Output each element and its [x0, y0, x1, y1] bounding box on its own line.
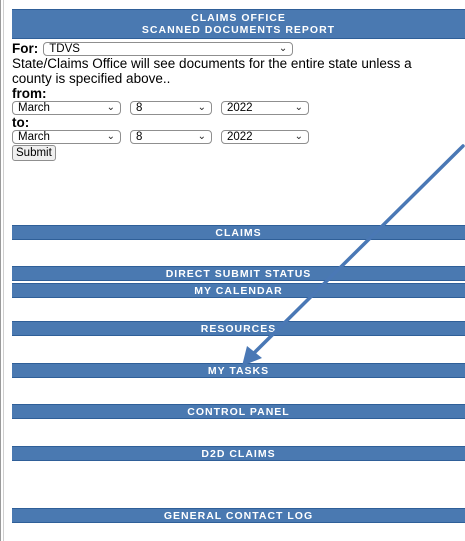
from-day-select[interactable]: 8 ⌄ [130, 101, 212, 115]
for-label: For: [12, 41, 39, 56]
to-month-value: March [18, 131, 50, 143]
chevron-down-icon: ⌄ [197, 131, 206, 142]
chevron-down-icon: ⌄ [294, 131, 303, 142]
from-year-value: 2022 [227, 102, 253, 114]
page: CLAIMS OFFICE SCANNED DOCUMENTS REPORT F… [0, 0, 465, 541]
from-year-select[interactable]: 2022 ⌄ [221, 101, 309, 115]
nav-general-contact-log[interactable]: GENERAL CONTACT LOG [12, 508, 465, 523]
chevron-down-icon: ⌄ [106, 102, 115, 113]
report-panel: CLAIMS OFFICE SCANNED DOCUMENTS REPORT F… [12, 0, 465, 161]
nav-my-tasks[interactable]: MY TASKS [12, 363, 465, 378]
for-row: For: TDVS ⌄ [12, 41, 465, 56]
nav-claims[interactable]: CLAIMS [12, 225, 465, 240]
left-border [0, 0, 4, 541]
to-year-value: 2022 [227, 131, 253, 143]
nav-control-panel[interactable]: CONTROL PANEL [12, 404, 465, 419]
from-month-value: March [18, 102, 50, 114]
report-form: For: TDVS ⌄ State/Claims Office will see… [12, 39, 465, 161]
report-title-line1: CLAIMS OFFICE [191, 12, 286, 24]
from-month-select[interactable]: March ⌄ [12, 101, 121, 115]
scope-description: State/Claims Office will see documents f… [12, 56, 412, 86]
to-date-row: March ⌄ 8 ⌄ 2022 ⌄ [12, 130, 465, 144]
from-label: from: [12, 86, 47, 101]
report-header: CLAIMS OFFICE SCANNED DOCUMENTS REPORT [12, 9, 465, 39]
to-year-select[interactable]: 2022 ⌄ [221, 130, 309, 144]
from-date-row: March ⌄ 8 ⌄ 2022 ⌄ [12, 101, 465, 115]
chevron-down-icon: ⌄ [278, 42, 288, 54]
nav-resources[interactable]: RESOURCES [12, 321, 465, 336]
from-day-value: 8 [136, 102, 143, 114]
office-select[interactable]: TDVS ⌄ [43, 41, 294, 56]
chevron-down-icon: ⌄ [294, 102, 303, 113]
to-day-value: 8 [136, 131, 143, 143]
to-day-select[interactable]: 8 ⌄ [130, 130, 212, 144]
to-label: to: [12, 115, 30, 130]
nav-direct-submit-status[interactable]: DIRECT SUBMIT STATUS [12, 266, 465, 281]
report-title-line2: SCANNED DOCUMENTS REPORT [141, 24, 336, 36]
office-select-value: TDVS [49, 42, 80, 55]
chevron-down-icon: ⌄ [106, 131, 115, 142]
chevron-down-icon: ⌄ [197, 102, 206, 113]
to-month-select[interactable]: March ⌄ [12, 130, 121, 144]
nav-my-calendar[interactable]: MY CALENDAR [12, 283, 465, 298]
submit-button[interactable]: Submit [12, 145, 56, 161]
nav-d2d-claims[interactable]: D2D CLAIMS [12, 446, 465, 461]
